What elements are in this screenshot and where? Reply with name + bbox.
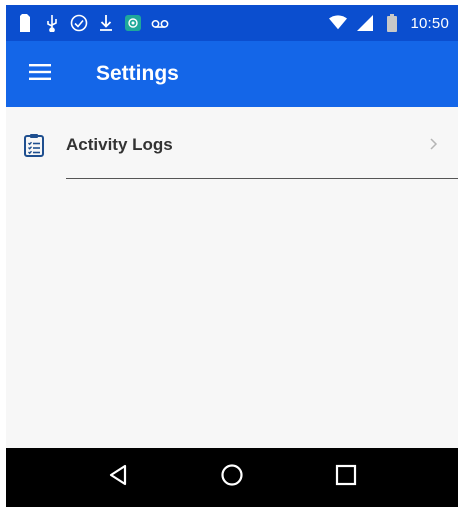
status-bar-right: 10:50 <box>329 14 449 32</box>
wifi-icon <box>329 14 348 32</box>
status-time: 10:50 <box>410 14 449 32</box>
navigation-bar <box>6 448 458 507</box>
battery-icon <box>383 14 401 32</box>
download-icon <box>97 14 115 32</box>
list-divider <box>66 178 458 179</box>
app-notification-icon <box>124 14 142 32</box>
status-bar-left <box>16 14 169 32</box>
clipboard-list-icon <box>22 133 46 157</box>
recents-icon <box>335 464 357 491</box>
signal-icon <box>356 14 374 32</box>
status-bar: 10:50 <box>6 5 458 41</box>
back-button[interactable] <box>98 458 138 498</box>
home-icon <box>220 463 244 492</box>
recents-button[interactable] <box>326 458 366 498</box>
menu-icon <box>29 63 51 85</box>
sim-card-icon <box>16 14 34 32</box>
chevron-right-icon <box>427 137 439 151</box>
page-title: Settings <box>96 62 179 85</box>
app-bar: Settings <box>6 41 458 107</box>
list-item-label: Activity Logs <box>66 135 173 154</box>
list-item-activity-logs[interactable]: Activity Logs <box>6 107 458 180</box>
home-button[interactable] <box>212 458 252 498</box>
menu-button[interactable] <box>10 41 70 107</box>
check-circle-icon <box>70 14 88 32</box>
settings-list: Activity Logs <box>6 107 458 448</box>
voicemail-icon <box>151 14 169 32</box>
usb-icon <box>43 14 61 32</box>
back-icon <box>107 463 129 492</box>
